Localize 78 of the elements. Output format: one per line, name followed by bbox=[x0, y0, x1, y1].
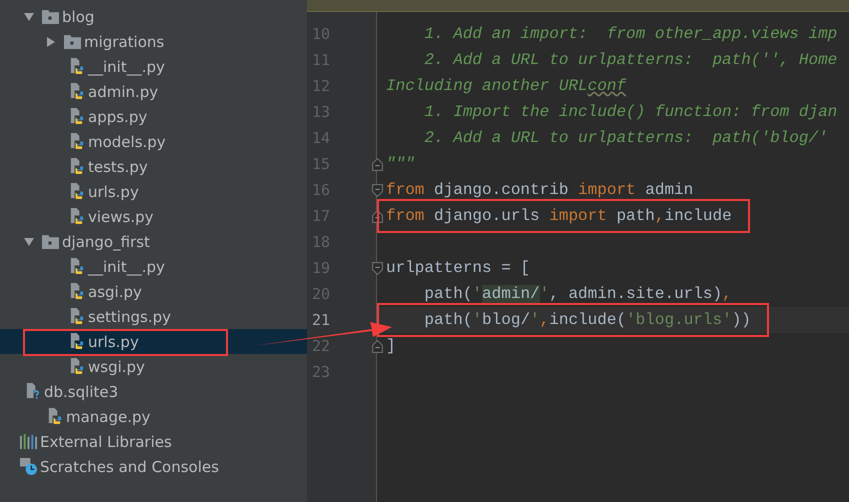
python-file-icon bbox=[68, 358, 85, 375]
file-name: urls.py bbox=[88, 182, 139, 200]
library-bars-icon bbox=[20, 433, 37, 450]
tree-item[interactable]: tests.py bbox=[0, 154, 307, 179]
python-file-icon bbox=[68, 83, 85, 100]
tree-item[interactable]: django_first bbox=[0, 229, 307, 254]
code-line: urlpatterns = [ bbox=[386, 258, 530, 279]
python-file-icon bbox=[46, 408, 63, 425]
code-line: 1. Add an import: from other_app.views imp bbox=[423, 24, 838, 45]
code-line: 2. Add a URL to urlpatterns: path('', Home bbox=[423, 50, 838, 71]
file-name: admin.py bbox=[88, 82, 158, 100]
python-file-icon bbox=[68, 108, 85, 125]
line-number: 21 bbox=[311, 311, 332, 329]
file-name: urls.py bbox=[88, 332, 139, 350]
unknown-file-icon bbox=[24, 383, 41, 400]
python-file-icon bbox=[68, 183, 85, 200]
file-name: wsgi.py bbox=[88, 358, 145, 376]
tree-item[interactable]: urls.py bbox=[0, 329, 307, 354]
fold-marker-icon[interactable] bbox=[372, 184, 383, 196]
collapsed-arrow-icon[interactable] bbox=[46, 36, 56, 46]
tree-item[interactable]: wsgi.py bbox=[0, 354, 307, 379]
tree-item[interactable]: admin.py bbox=[0, 79, 307, 104]
tree-item[interactable]: settings.py bbox=[0, 304, 307, 329]
code-line: path('blog/',include('blog.urls')) bbox=[423, 310, 751, 331]
file-name: manage.py bbox=[66, 408, 150, 426]
python-file-icon bbox=[68, 208, 85, 225]
folder-icon bbox=[42, 233, 59, 250]
tree-label: Scratches and Consoles bbox=[40, 458, 219, 476]
tree-item[interactable]: views.py bbox=[0, 204, 307, 229]
python-file-icon bbox=[68, 158, 85, 175]
code-line: ] bbox=[386, 336, 396, 357]
file-name: django_first bbox=[62, 232, 150, 250]
fold-marker-icon[interactable] bbox=[372, 158, 383, 170]
file-name: tests.py bbox=[88, 158, 148, 176]
python-file-icon bbox=[68, 283, 85, 300]
tree-item[interactable]: Scratches and Consoles bbox=[0, 454, 307, 479]
tree-item[interactable]: apps.py bbox=[0, 104, 307, 129]
python-file-icon bbox=[68, 58, 85, 75]
fold-marker-icon[interactable] bbox=[372, 340, 383, 352]
tree-item[interactable]: __init__.py bbox=[0, 54, 307, 79]
tree-item[interactable]: __init__.py bbox=[0, 254, 307, 279]
file-name: db.sqlite3 bbox=[44, 382, 118, 400]
python-file-icon bbox=[68, 133, 85, 150]
fold-marker-icon[interactable] bbox=[372, 262, 383, 274]
file-name: models.py bbox=[88, 132, 166, 150]
misspelled-word: conf bbox=[588, 77, 626, 95]
expanded-arrow-icon[interactable] bbox=[24, 12, 34, 22]
tree-item[interactable]: db.sqlite3 bbox=[0, 379, 307, 404]
tree-item[interactable]: asgi.py bbox=[0, 279, 307, 304]
file-name: apps.py bbox=[88, 108, 148, 126]
python-file-icon bbox=[68, 258, 85, 275]
code-line: from django.contrib import admin bbox=[386, 180, 694, 201]
code-line: """ bbox=[386, 154, 415, 175]
file-name: __init__.py bbox=[88, 258, 165, 276]
code-text: Including another URL bbox=[386, 77, 588, 95]
tree-item[interactable]: migrations bbox=[0, 29, 307, 54]
tree-item[interactable]: External Libraries bbox=[0, 429, 307, 454]
tree-item[interactable]: models.py bbox=[0, 129, 307, 154]
expanded-arrow-icon[interactable] bbox=[24, 236, 34, 246]
file-name: views.py bbox=[88, 208, 154, 226]
scratches-clock-icon bbox=[20, 458, 37, 475]
tree-label: External Libraries bbox=[40, 432, 172, 450]
folder-icon bbox=[64, 33, 81, 50]
file-name: __init__.py bbox=[88, 58, 165, 76]
code-line: 2. Add a URL to urlpatterns: path('blog/' bbox=[423, 128, 828, 149]
code-line: 1. Import the include() function: from djan bbox=[423, 102, 838, 123]
python-file-icon bbox=[68, 308, 85, 325]
tree-item[interactable]: urls.py bbox=[0, 179, 307, 204]
code-line: from django.urls import path,include bbox=[386, 206, 732, 227]
file-name: blog bbox=[62, 8, 94, 26]
python-file-icon bbox=[68, 333, 85, 350]
file-name: asgi.py bbox=[88, 282, 142, 300]
tree-item[interactable]: blog bbox=[0, 4, 307, 29]
tree-item[interactable]: manage.py bbox=[0, 404, 307, 429]
file-name: migrations bbox=[84, 32, 164, 50]
code-line: path('admin/', admin.site.urls), bbox=[423, 284, 732, 305]
file-name: settings.py bbox=[88, 308, 171, 326]
folder-icon bbox=[42, 8, 59, 25]
